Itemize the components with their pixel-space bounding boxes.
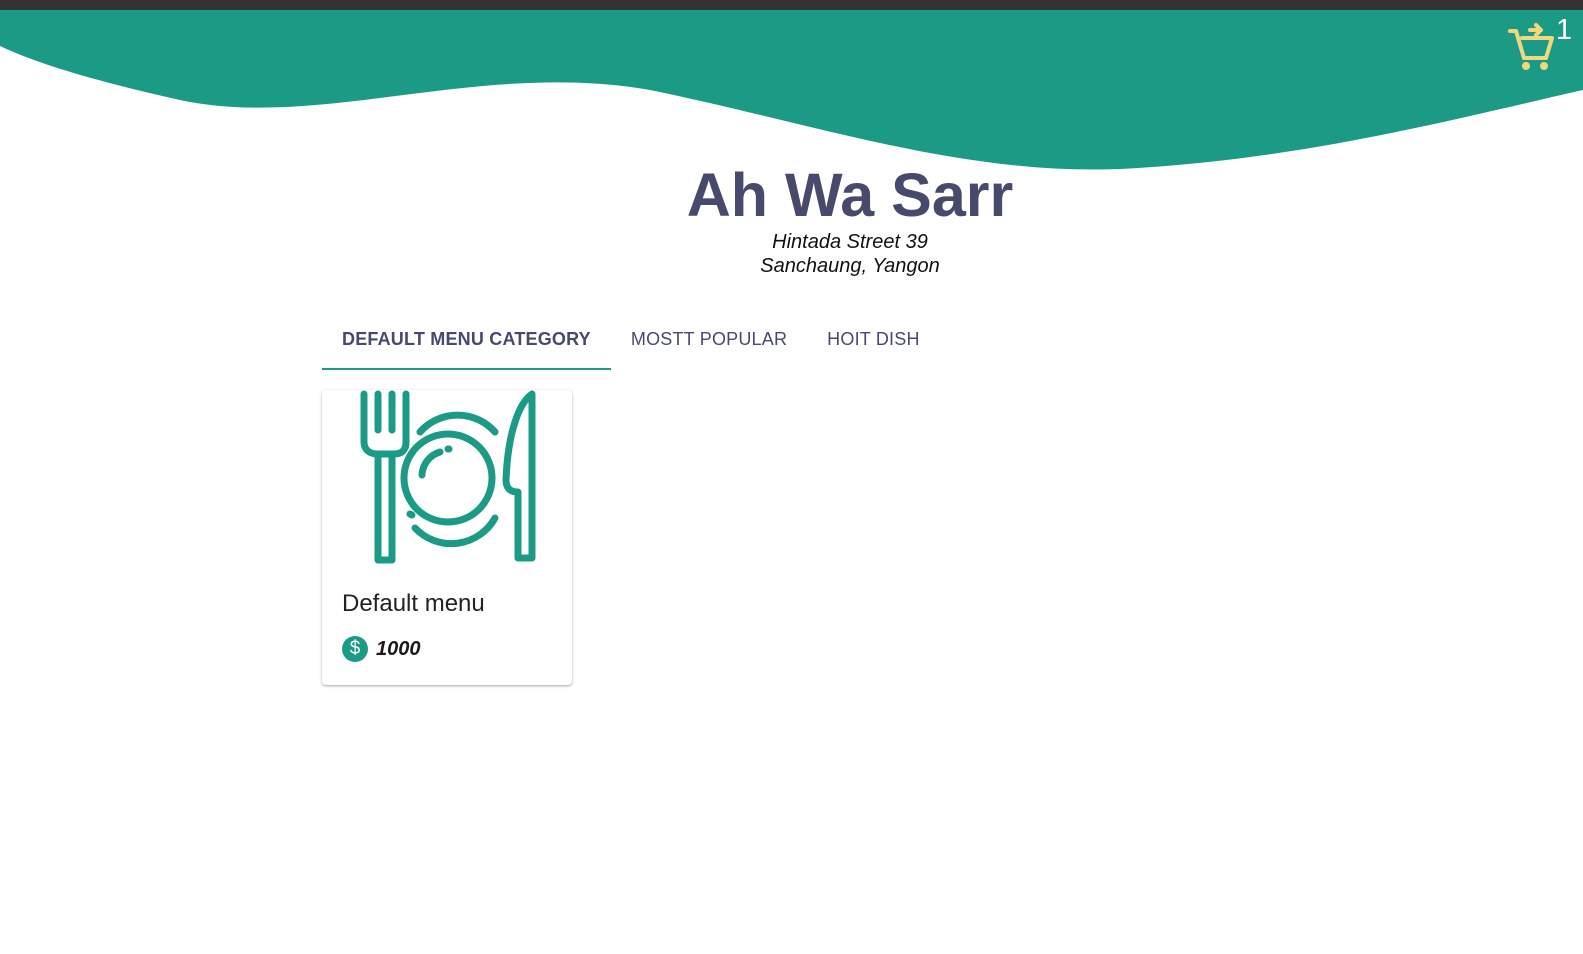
tab-hot-dish[interactable]: HOIT DISH — [807, 318, 939, 368]
menu-item-price-row: $ 1000 — [342, 636, 421, 662]
address-line-2: Sanchaung, Yangon — [760, 255, 940, 277]
menu-item-name: Default menu — [342, 590, 485, 617]
tab-most-popular[interactable]: MOSTT POPULAR — [611, 318, 807, 368]
tab-default-menu-category[interactable]: DEFAULT MENU CATEGORY — [322, 318, 611, 370]
top-bar — [0, 0, 1583, 10]
restaurant-address: Hintada Street 39 Sanchaung, Yangon — [0, 230, 1583, 278]
cart-icon — [1508, 23, 1554, 70]
address-line-1: Hintada Street 39 — [772, 231, 928, 253]
cart-button[interactable] — [1508, 22, 1558, 72]
category-tabs: DEFAULT MENU CATEGORY MOSTT POPULAR HOIT… — [322, 318, 940, 370]
header-wave — [0, 10, 1583, 170]
dollar-icon: $ — [342, 636, 368, 662]
cart-count-badge: 1 — [1556, 14, 1573, 46]
menu-item-card[interactable]: Default menu $ 1000 — [322, 390, 572, 685]
plate-fork-knife-icon — [360, 390, 536, 564]
restaurant-name: Ah Wa Sarr — [686, 161, 1014, 229]
menu-item-price: 1000 — [376, 637, 421, 660]
